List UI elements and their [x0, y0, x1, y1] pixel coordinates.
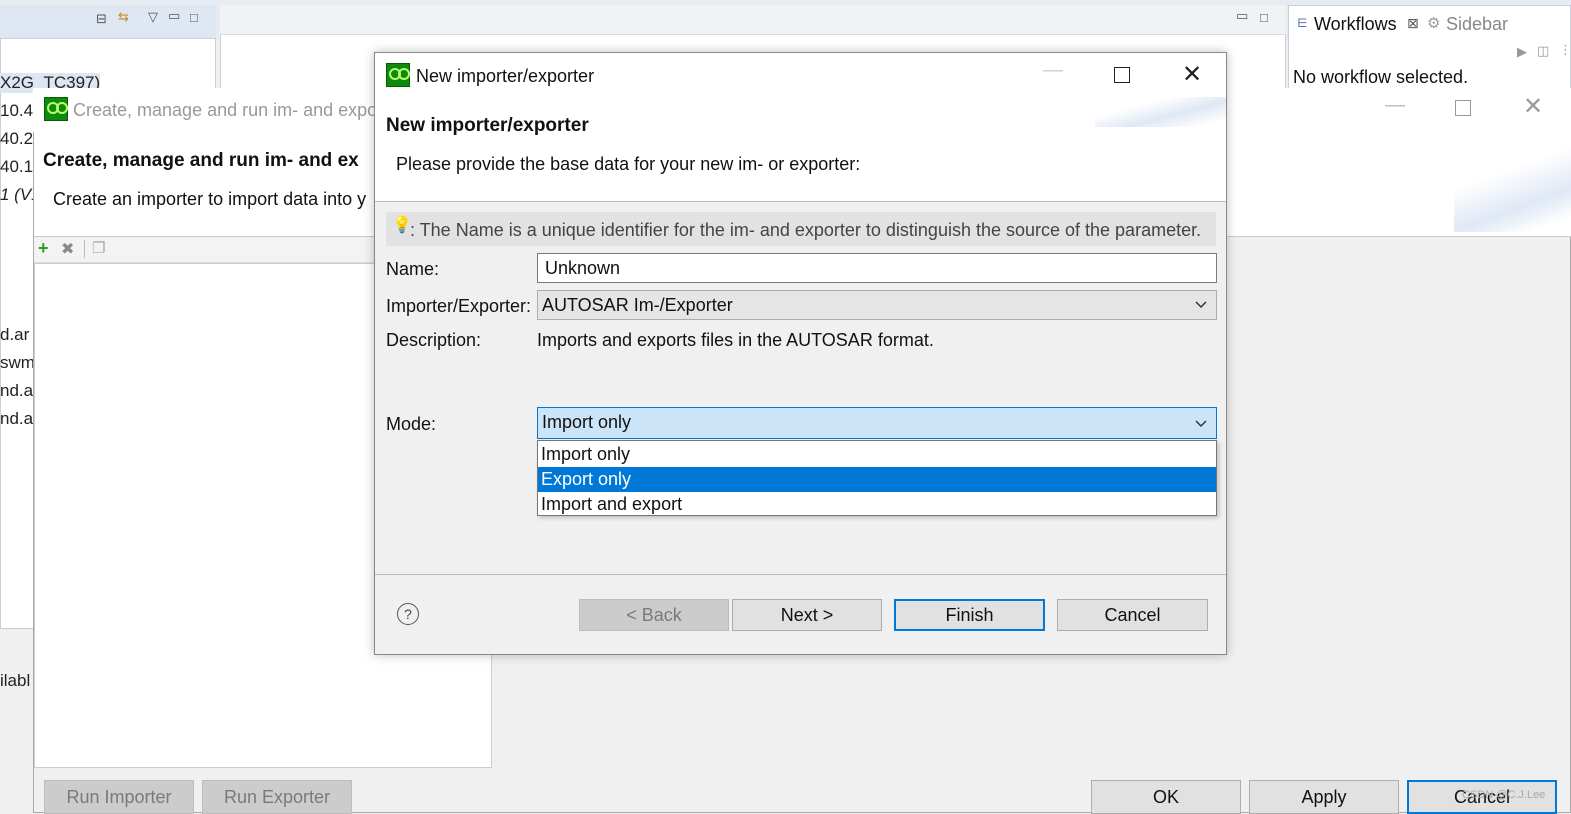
description-label: Description: [386, 330, 482, 350]
mode-dropdown-list: Import only Export only Import and expor… [537, 440, 1217, 516]
cancel-button[interactable]: Cancel [1057, 599, 1208, 631]
editor-minimize-icon[interactable]: ▭ [1236, 8, 1248, 24]
header-decoration [1095, 97, 1226, 127]
tree-item[interactable]: 10.4 [0, 101, 33, 121]
back-button[interactable]: < Back [579, 599, 729, 631]
tree-item[interactable]: nd.a [0, 409, 33, 429]
delete-icon[interactable]: ✖ [61, 239, 74, 259]
close-tab-icon[interactable]: ⊠ [1407, 15, 1419, 32]
workflows-icon: ⋿ [1297, 16, 1308, 30]
dialog-header: New importer/exporter Please provide the… [375, 97, 1226, 202]
toolbar-divider [84, 240, 85, 258]
no-workflow-text: No workflow selected. [1293, 67, 1469, 87]
chevron-down-icon [1195, 301, 1207, 309]
dialog-header-desc: Please provide the base data for your ne… [396, 154, 861, 174]
manage-header-desc: Create an importer to import data into y [53, 189, 367, 209]
watermark: CSDN @C.J.Lee [1462, 789, 1546, 801]
name-input[interactable]: Unknown [537, 253, 1217, 283]
book-icon[interactable]: ◫ [1537, 43, 1549, 59]
bg-minimize-icon[interactable]: — [1385, 94, 1405, 117]
right-view-panel: ⋿ Workflows ⊠ ⚙ Sidebar ▶ ◫ ⋮ No workflo… [1288, 5, 1571, 90]
view-menu-icon[interactable]: ▽ [148, 9, 158, 25]
header-decoration [1454, 132, 1571, 232]
importer-exporter-value: AUTOSAR Im-/Exporter [542, 295, 733, 315]
tree-item[interactable]: swm [0, 353, 35, 373]
importer-exporter-label: Importer/Exporter: [386, 296, 532, 316]
mode-select[interactable]: Import only [537, 407, 1217, 439]
bg-close-icon[interactable]: ✕ [1523, 92, 1543, 121]
mode-option-import-only[interactable]: Import only [538, 442, 1216, 467]
link-editor-icon[interactable]: ⇆ [118, 9, 129, 25]
tab-workflows[interactable]: Workflows [1314, 14, 1397, 35]
sidebar-icon: ⚙ [1427, 15, 1441, 32]
run-icon[interactable]: ▶ [1517, 44, 1527, 60]
name-label: Name: [386, 259, 440, 279]
tree-item[interactable]: d.ar [0, 325, 29, 345]
left-bottom-panel [0, 628, 33, 814]
run-importer-button[interactable]: Run Importer [44, 780, 194, 814]
bg-maximize-icon[interactable] [1455, 100, 1471, 116]
run-exporter-button[interactable]: Run Exporter [202, 780, 352, 814]
collapse-all-icon[interactable]: ⊟ [96, 11, 107, 27]
mode-label: Mode: [386, 414, 437, 434]
minimize-icon[interactable]: ▭ [168, 8, 180, 24]
close-icon[interactable]: ✕ [1182, 60, 1202, 89]
button-bar-divider [375, 574, 1226, 575]
left-view-header: ⊟ ⇆ ▽ ▭ □ [0, 5, 216, 39]
next-button[interactable]: Next > [732, 599, 882, 631]
mode-option-import-and-export[interactable]: Import and export [538, 492, 1216, 517]
tree-item[interactable]: nd.a [0, 381, 33, 401]
app-logo-icon [44, 97, 68, 121]
manage-header-title: Create, manage and run im- and ex [43, 150, 359, 171]
add-icon[interactable]: + [38, 238, 49, 259]
finish-button[interactable]: Finish [894, 599, 1045, 631]
ok-button[interactable]: OK [1091, 780, 1241, 814]
copy-icon[interactable]: ❐ [92, 239, 105, 257]
dialog-title: New importer/exporter [416, 66, 595, 86]
dialog-titlebar: New importer/exporter — ✕ [375, 53, 1226, 97]
help-icon[interactable]: ? [397, 603, 419, 625]
more-icon[interactable]: ⋮ [1559, 42, 1571, 58]
mode-value: Import only [542, 412, 632, 432]
editor-maximize-icon[interactable]: □ [1260, 10, 1268, 25]
manage-dialog-title: Create, manage and run im- and expo [73, 100, 378, 120]
importer-exporter-select[interactable]: AUTOSAR Im-/Exporter [537, 290, 1217, 320]
lightbulb-icon: 💡 [392, 217, 412, 234]
left-bottom-text: ilabl [0, 671, 31, 690]
apply-button[interactable]: Apply [1249, 780, 1399, 814]
app-logo-icon [386, 63, 410, 87]
hint-text: : The Name is a unique identifier for th… [410, 220, 1202, 240]
description-value: Imports and exports files in the AUTOSAR… [537, 330, 934, 350]
tab-sidebar[interactable]: Sidebar [1446, 14, 1508, 35]
tree-item[interactable]: 40.2 [0, 129, 33, 149]
hint-banner: 💡 : The Name is a unique identifier for … [386, 212, 1216, 246]
minimize-icon[interactable]: — [1043, 59, 1063, 82]
dialog-header-title: New importer/exporter [386, 115, 589, 136]
chevron-down-icon [1195, 420, 1207, 428]
maximize-icon[interactable]: □ [190, 10, 198, 25]
editor-area-header: ▭ □ [220, 5, 1286, 35]
maximize-icon[interactable] [1114, 67, 1130, 83]
mode-option-export-only[interactable]: Export only [538, 467, 1216, 492]
